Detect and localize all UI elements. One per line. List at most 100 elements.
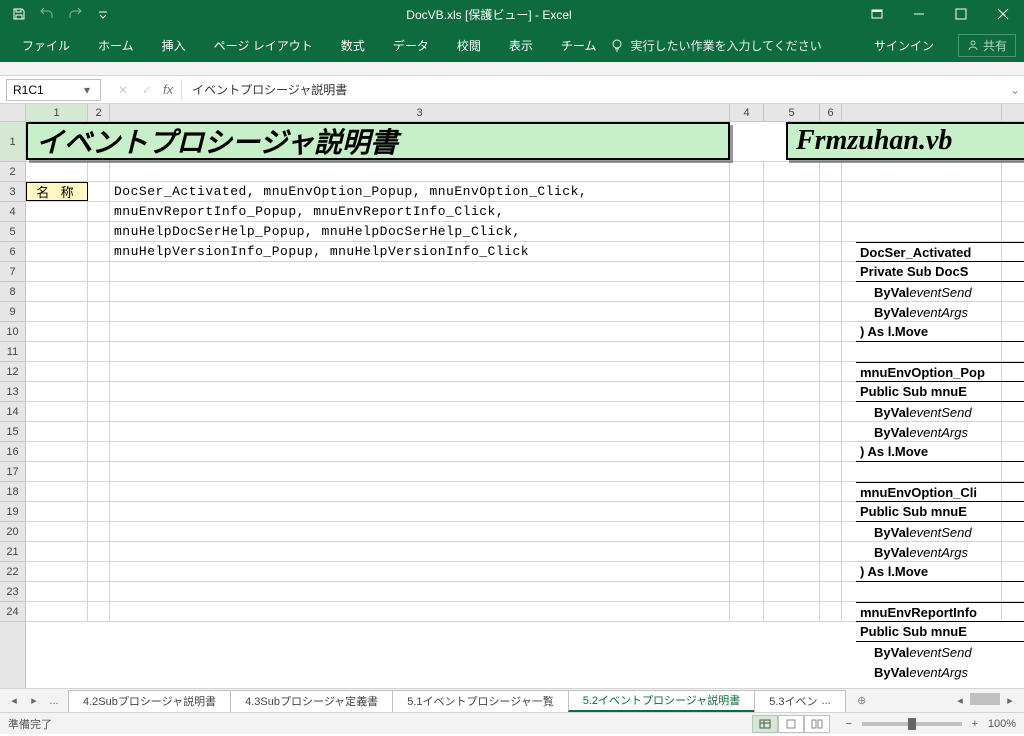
formula-bar: R1C1 ▾ ✕ ✓ fx イベントプロシージャ説明書 ⌄ <box>0 76 1024 104</box>
row-header[interactable]: 5 <box>0 222 25 242</box>
statusbar: 準備完了 − + 100% <box>0 712 1024 734</box>
tab-pagelayout[interactable]: ページ レイアウト <box>200 28 327 62</box>
row-header[interactable]: 14 <box>0 402 25 422</box>
tell-me-search[interactable]: 実行したい作業を入力してください <box>610 37 821 54</box>
zoom-value[interactable]: 100% <box>988 718 1016 730</box>
sheet-tab-bar: ◂ ▸ ... 4.2Subプロシージャ説明書 4.3Subプロシージャ定義書 … <box>0 688 1024 712</box>
formula-input[interactable]: イベントプロシージャ説明書 <box>181 79 1006 101</box>
name-box[interactable]: R1C1 ▾ <box>6 79 101 101</box>
tab-data[interactable]: データ <box>379 28 443 62</box>
tab-view[interactable]: 表示 <box>495 28 547 62</box>
row-header[interactable]: 3 <box>0 182 25 202</box>
share-button[interactable]: 共有 <box>958 34 1016 57</box>
hscroll-right-icon[interactable]: ▸ <box>1002 693 1018 709</box>
col-header[interactable]: 5 <box>764 104 820 121</box>
col-header[interactable]: 1 <box>26 104 88 121</box>
hscroll-thumb[interactable] <box>970 693 1000 705</box>
tab-scroll-first-icon[interactable]: ◂ <box>6 693 22 709</box>
row-header[interactable]: 4 <box>0 202 25 222</box>
maximize-button[interactable] <box>940 0 982 28</box>
row-header[interactable]: 17 <box>0 462 25 482</box>
row-header[interactable]: 1 <box>0 122 25 162</box>
cell-grid[interactable]: イベントプロシージャ説明書 Frmzuhan.vb 名 称 DocSer_Act… <box>26 122 1024 688</box>
row-header[interactable]: 21 <box>0 542 25 562</box>
cancel-formula-button[interactable]: ✕ <box>111 79 135 101</box>
view-pagelayout-button[interactable] <box>778 715 804 733</box>
hscroll-left-icon[interactable]: ◂ <box>952 693 968 709</box>
sheet-tab-label: 5.3イベン <box>769 693 817 709</box>
row-header[interactable]: 22 <box>0 562 25 582</box>
col-header[interactable]: 2 <box>88 104 110 121</box>
row-header[interactable]: 24 <box>0 602 25 622</box>
redo-button[interactable] <box>62 3 88 25</box>
sheet-tab-active[interactable]: 5.2イベントプロシージャ説明書 <box>568 690 756 712</box>
row-header[interactable]: 9 <box>0 302 25 322</box>
name-label: 名 称 <box>26 182 88 201</box>
row-header[interactable]: 12 <box>0 362 25 382</box>
row-header[interactable]: 19 <box>0 502 25 522</box>
fx-icon[interactable]: fx <box>159 82 177 97</box>
sheet-tab[interactable]: 5.1イベントプロシージャ一覧 <box>392 690 569 712</box>
code-signature: Public Sub mnuE <box>856 622 1024 642</box>
col-header[interactable]: 3 <box>110 104 730 121</box>
add-sheet-button[interactable]: ⊕ <box>851 694 873 707</box>
zoom-out-button[interactable]: − <box>842 718 856 730</box>
zoom-in-button[interactable]: + <box>968 718 982 730</box>
enter-formula-button[interactable]: ✓ <box>135 79 159 101</box>
row-header[interactable]: 11 <box>0 342 25 362</box>
save-button[interactable] <box>6 3 32 25</box>
module-title: Frmzuhan.vb <box>786 122 1024 160</box>
row-header[interactable]: 18 <box>0 482 25 502</box>
col-header[interactable]: 4 <box>730 104 764 121</box>
minimize-button[interactable] <box>898 0 940 28</box>
sheet-tab[interactable]: 4.2Subプロシージャ説明書 <box>68 690 231 712</box>
row-header[interactable]: 10 <box>0 322 25 342</box>
tab-scroll-prev-icon[interactable]: ▸ <box>26 693 42 709</box>
code-block: mnuEnvReportInfoPublic Sub mnuEByVal eve… <box>856 602 1024 682</box>
qat-customize-icon[interactable] <box>90 3 116 25</box>
row-header[interactable]: 7 <box>0 262 25 282</box>
row-header[interactable]: 8 <box>0 282 25 302</box>
row-header[interactable]: 20 <box>0 522 25 542</box>
name-box-value: R1C1 <box>13 83 44 97</box>
zoom-slider[interactable] <box>862 722 962 726</box>
window-controls <box>856 0 1024 28</box>
body-line: DocSer_Activated, mnuEnvOption_Popup, mn… <box>110 182 730 201</box>
row-header[interactable]: 16 <box>0 442 25 462</box>
formula-bar-expand-icon[interactable]: ⌄ <box>1006 83 1024 97</box>
row-header[interactable]: 6 <box>0 242 25 262</box>
col-header[interactable] <box>842 104 1002 121</box>
zoom-thumb[interactable] <box>908 718 916 730</box>
row-header[interactable]: 13 <box>0 382 25 402</box>
view-normal-button[interactable] <box>752 715 778 733</box>
row-header[interactable]: 23 <box>0 582 25 602</box>
col-header[interactable]: 6 <box>820 104 842 121</box>
signin-button[interactable]: サインイン <box>860 28 948 62</box>
close-button[interactable] <box>982 0 1024 28</box>
tab-formulas[interactable]: 数式 <box>327 28 379 62</box>
tab-insert[interactable]: 挿入 <box>148 28 200 62</box>
tab-file[interactable]: ファイル <box>8 28 84 62</box>
code-header: DocSer_Activated <box>856 242 1024 262</box>
code-line: ByVal eventSend <box>856 282 1024 302</box>
ribbon-collapsed <box>0 62 1024 76</box>
tab-review[interactable]: 校閲 <box>443 28 495 62</box>
row-header[interactable]: 2 <box>0 162 25 182</box>
sheet-tab[interactable]: 4.3Subプロシージャ定義書 <box>230 690 393 712</box>
tab-list-ellipsis[interactable]: ... <box>46 693 62 709</box>
name-box-dropdown-icon[interactable]: ▾ <box>80 83 94 97</box>
select-all-corner[interactable] <box>0 104 26 121</box>
undo-button[interactable] <box>34 3 60 25</box>
view-pagebreak-button[interactable] <box>804 715 830 733</box>
row-header[interactable]: 15 <box>0 422 25 442</box>
sheet-tab[interactable]: 5.3イベン ... <box>754 690 845 712</box>
code-block: mnuEnvOption_CliPublic Sub mnuEByVal eve… <box>856 482 1024 582</box>
tab-team[interactable]: チーム <box>547 28 611 62</box>
tab-home[interactable]: ホーム <box>84 28 148 62</box>
code-end: ) As l.Move <box>856 442 1024 462</box>
tell-me-label: 実行したい作業を入力してください <box>630 37 821 54</box>
worksheet: 1 2 3 4 5 6 1 2 3 4 5 6 7 8 9 10 11 12 1… <box>0 104 1024 688</box>
code-line: ByVal eventArgs <box>856 302 1024 322</box>
ribbon-display-button[interactable] <box>856 0 898 28</box>
person-icon <box>967 39 979 51</box>
